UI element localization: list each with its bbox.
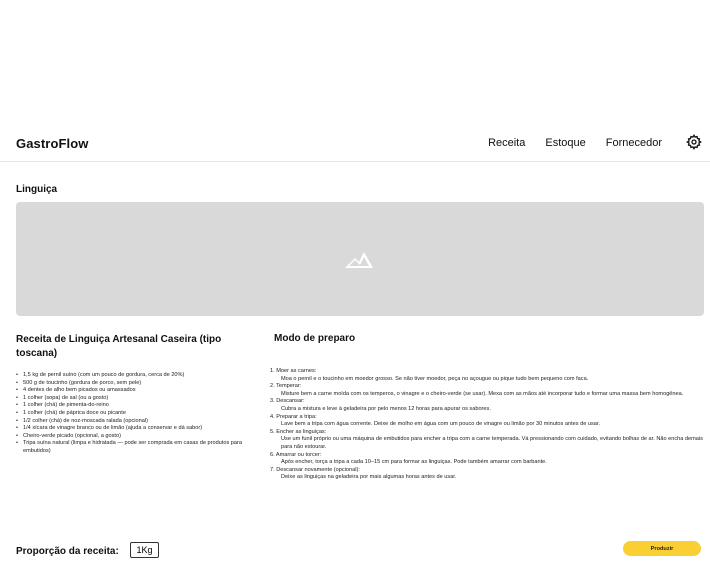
step-title: 2. Temperar: bbox=[270, 383, 302, 390]
ingredient-item: Cheiro-verde picado (opcional, a gosto) bbox=[16, 433, 246, 441]
proportion-label: Proporção da receita: bbox=[16, 546, 119, 557]
nav-links: Receita Estoque Fornecedor bbox=[488, 137, 662, 149]
ingredient-item: 4 dentes de alho bem picados ou amassado… bbox=[16, 387, 246, 395]
step-item: 1. Moer as carnes: Moa o pernil e o touci… bbox=[270, 368, 706, 383]
step-title: 1. Moer as carnes: bbox=[270, 368, 317, 374]
ingredient-item: 1 colher (sopa) de sal (ou a gosto) bbox=[16, 395, 246, 403]
step-title: 5. Encher as linguiças: bbox=[270, 428, 327, 435]
steps-list: 1. Moer as carnes: Moa o pernil e o touci… bbox=[270, 368, 706, 482]
recipe-image-placeholder bbox=[16, 202, 704, 316]
ingredients-list: 1,5 kg de pernil suíno (com um pouco de … bbox=[16, 372, 246, 456]
step-text: Use um funil próprio ou uma máquina de e… bbox=[281, 436, 703, 450]
step-title: 3. Descansar: bbox=[270, 398, 305, 405]
proportion-input[interactable] bbox=[130, 542, 159, 558]
nav-receita[interactable]: Receita bbox=[488, 137, 525, 149]
top-navbar: GastroFlow Receita Estoque Fornecedor bbox=[0, 128, 710, 162]
step-title: 6. Amarrar ou torcer: bbox=[270, 451, 322, 458]
ingredient-item: 500 g de toucinho (gordura de porco, sem… bbox=[16, 380, 246, 388]
page-title: Linguiça bbox=[16, 184, 58, 195]
recipe-title: Receita de Linguiça Artesanal Caseira (t… bbox=[16, 334, 222, 359]
step-item: 4. Preparar a tripa: Lave bem a tripa com… bbox=[270, 414, 706, 429]
ingredient-item: Tripa suína natural (limpa e hidratada —… bbox=[16, 440, 246, 455]
step-title: 7. Descansar novamente (opcional): bbox=[270, 466, 360, 473]
step-text: Deixe as linguiças na geladeira por mais… bbox=[281, 474, 457, 481]
nav-fornecedor[interactable]: Fornecedor bbox=[606, 137, 662, 149]
method-title: Modo de preparo bbox=[274, 333, 356, 344]
step-text: Misture bem a carne moída com os tempero… bbox=[281, 390, 684, 397]
ingredient-item: 1 colher (chá) de páprica doce ou picant… bbox=[16, 410, 246, 418]
step-item: 7. Descansar novamente (opcional): Deixe … bbox=[270, 467, 706, 482]
step-item: 2. Temperar: Misture bem a carne moída co… bbox=[270, 383, 706, 398]
step-item: 5. Encher as linguiças: Use um funil próp… bbox=[270, 429, 706, 452]
step-text: Moa o pernil e o toucinho em moedor gros… bbox=[281, 375, 589, 382]
image-placeholder-icon bbox=[345, 252, 373, 268]
ingredient-item: 1/4 xícara de vinagre branco ou de limão… bbox=[16, 425, 246, 433]
step-text: Cubra a mistura e leve à geladeira por p… bbox=[281, 405, 491, 412]
step-text: Lave bem a tripa com água corrente. Deix… bbox=[281, 421, 601, 428]
ingredient-item: 1/2 colher (chá) de noz-moscada ralada (… bbox=[16, 418, 246, 426]
step-text: Após encher, torça a tripa a cada 10–15 … bbox=[281, 459, 547, 466]
step-item: 6. Amarrar ou torcer: Após encher, torça … bbox=[270, 452, 706, 467]
step-item: 3. Descansar: Cubra a mistura e leve à ge… bbox=[270, 398, 706, 413]
ingredient-item: 1 colher (chá) de pimenta-do-reino bbox=[16, 402, 246, 410]
brand-logo[interactable]: GastroFlow bbox=[16, 136, 89, 151]
ingredient-item: 1,5 kg de pernil suíno (com um pouco de … bbox=[16, 372, 246, 380]
produce-button[interactable]: Produzir bbox=[623, 541, 701, 556]
nav-estoque[interactable]: Estoque bbox=[545, 137, 585, 149]
step-title: 4. Preparar a tripa: bbox=[270, 413, 317, 420]
gear-icon[interactable] bbox=[686, 134, 702, 150]
